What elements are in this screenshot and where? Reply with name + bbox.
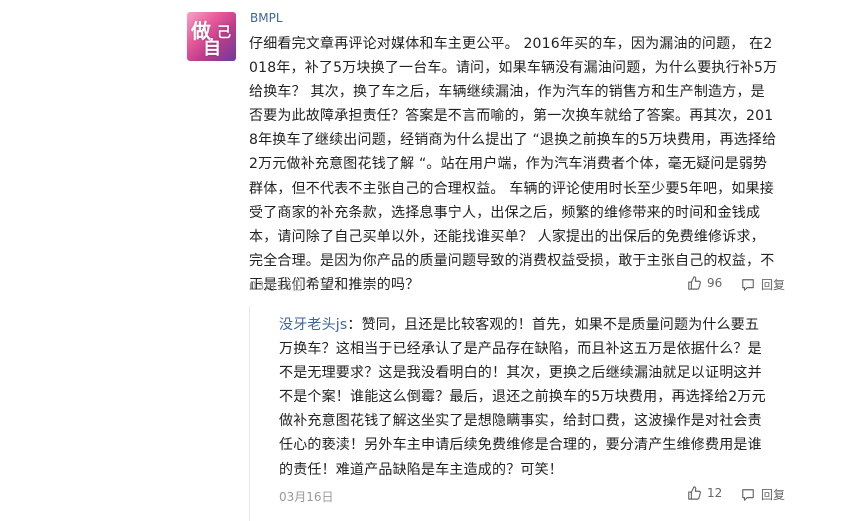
- reply-like-button[interactable]: 12: [687, 486, 722, 500]
- reply-separator: ：: [347, 317, 362, 333]
- comment-date: 03月16日: [249, 279, 304, 293]
- reply-icon: [742, 278, 754, 291]
- reply-icon: [742, 488, 754, 501]
- avatar-text-3: 己: [217, 25, 231, 41]
- avatar[interactable]: 做 自 己: [187, 12, 236, 61]
- comment-like-button[interactable]: 96: [687, 276, 722, 290]
- comment-like-count: 96: [707, 276, 723, 290]
- reply-text-block: 没牙老头js：赞同，且还是比较客观的！首先，如果不是质量问题为什么要五万换车？这…: [279, 313, 769, 482]
- reply-author[interactable]: 没牙老头js: [279, 317, 347, 333]
- reply-reply-label: 回复: [761, 488, 786, 502]
- reply-reply-button[interactable]: 回复: [741, 486, 785, 503]
- reply-date: 03月16日: [279, 490, 334, 504]
- comment-reply-button[interactable]: 回复: [741, 276, 785, 293]
- reply-text: 赞同，且还是比较客观的！首先，如果不是质量问题为什么要五万换车？这相当于已经承认…: [279, 317, 766, 478]
- thumbs-up-icon: [688, 486, 701, 500]
- comment-reply-label: 回复: [761, 278, 786, 292]
- thumbs-up-icon: [688, 276, 701, 290]
- comment-username[interactable]: BMPL: [250, 11, 283, 25]
- comment-text: 仔细看完文章再评论对媒体和车主更公平。 2016年买的车，因为漏油的问题， 在2…: [249, 36, 778, 293]
- reply-like-count: 12: [707, 486, 723, 500]
